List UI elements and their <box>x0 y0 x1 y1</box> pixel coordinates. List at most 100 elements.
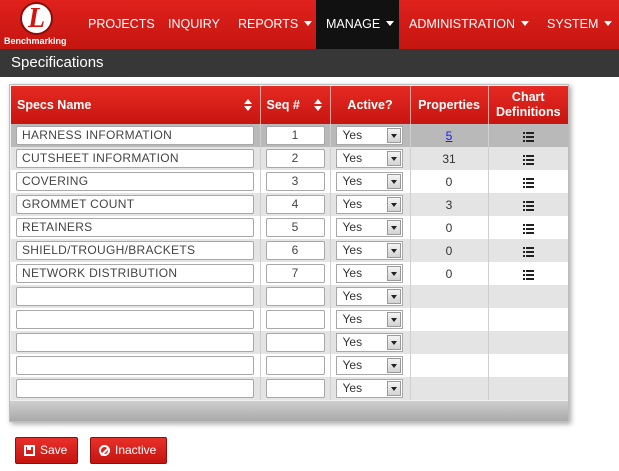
active-select-value: Yes <box>342 220 363 234</box>
nav-system[interactable]: SYSTEM <box>547 0 613 49</box>
specs-name-input[interactable] <box>16 310 254 329</box>
active-select-value: Yes <box>342 266 363 280</box>
table-row[interactable]: SHIELD/TROUGH/BRACKETS 6 Yes 0 <box>11 239 568 262</box>
table-row[interactable]: Yes <box>11 331 568 354</box>
list-icon[interactable] <box>522 131 534 142</box>
active-select[interactable]: Yes <box>335 241 403 260</box>
list-icon[interactable] <box>522 269 534 280</box>
seq-input[interactable]: 5 <box>265 218 325 237</box>
nav-projects[interactable]: PROJECTS <box>88 0 155 49</box>
nav-label: REPORTS <box>238 17 299 31</box>
dropdown-arrow-icon[interactable] <box>386 381 401 396</box>
table-row[interactable]: Yes <box>11 308 568 331</box>
active-select[interactable]: Yes <box>335 356 403 375</box>
dropdown-arrow-icon[interactable] <box>386 151 401 166</box>
active-select[interactable]: Yes <box>335 379 403 398</box>
specs-name-input[interactable]: CUTSHEET INFORMATION <box>16 149 254 168</box>
seq-input[interactable]: 6 <box>265 241 325 260</box>
seq-input[interactable]: 2 <box>265 149 325 168</box>
table-row[interactable]: Yes <box>11 377 568 400</box>
dropdown-arrow-icon[interactable] <box>386 266 401 281</box>
specs-name-input[interactable]: HARNESS INFORMATION <box>16 126 254 145</box>
properties-count-link[interactable]: 5 <box>446 129 453 143</box>
nav-reports[interactable]: REPORTS <box>238 0 313 49</box>
dropdown-arrow-icon[interactable] <box>386 312 401 327</box>
seq-input[interactable]: 1 <box>265 126 325 145</box>
seq-input[interactable] <box>265 333 325 352</box>
table-row[interactable]: GROMMET COUNT 4 Yes 3 <box>11 193 568 216</box>
seq-input[interactable] <box>265 356 325 375</box>
col-header-properties: Properties <box>410 86 489 124</box>
nav-label: INQUIRY <box>168 17 220 31</box>
seq-input[interactable] <box>265 310 325 329</box>
cell-specs-name <box>11 331 261 354</box>
cell-seq: 5 <box>260 216 331 239</box>
specs-name-input[interactable]: SHIELD/TROUGH/BRACKETS <box>16 241 254 260</box>
list-icon[interactable] <box>522 154 534 165</box>
table-row[interactable]: NETWORK DISTRIBUTION 7 Yes 0 <box>11 262 568 285</box>
seq-input[interactable]: 3 <box>265 172 325 191</box>
list-icon[interactable] <box>522 246 534 257</box>
specs-name-input[interactable] <box>16 287 254 306</box>
specs-name-input[interactable]: GROMMET COUNT <box>16 195 254 214</box>
cell-active: Yes <box>330 193 411 216</box>
cell-specs-name <box>11 354 261 377</box>
seq-input[interactable]: 7 <box>265 264 325 283</box>
nav-manage[interactable]: MANAGE <box>316 0 399 49</box>
specs-name-input[interactable]: NETWORK DISTRIBUTION <box>16 264 254 283</box>
active-select[interactable]: Yes <box>335 195 403 214</box>
active-select[interactable]: Yes <box>335 333 403 352</box>
specs-name-input[interactable]: RETAINERS <box>16 218 254 237</box>
specs-name-input[interactable] <box>16 356 254 375</box>
seq-input[interactable] <box>265 287 325 306</box>
active-select[interactable]: Yes <box>335 126 403 145</box>
dropdown-arrow-icon[interactable] <box>386 289 401 304</box>
cell-properties <box>410 354 489 377</box>
active-select[interactable]: Yes <box>335 287 403 306</box>
save-button[interactable]: Save <box>15 437 79 464</box>
cell-specs-name: COVERING <box>11 170 261 193</box>
list-icon[interactable] <box>522 223 534 234</box>
inactive-button[interactable]: Inactive <box>90 437 168 464</box>
table-row[interactable]: CUTSHEET INFORMATION 2 Yes 31 <box>11 147 568 170</box>
sort-icon[interactable] <box>243 99 252 111</box>
cell-specs-name <box>11 308 261 331</box>
app-logo[interactable]: L Benchmarking <box>4 0 78 49</box>
cell-chart-definitions <box>488 308 568 331</box>
cell-seq <box>260 377 331 400</box>
cell-active: Yes <box>330 308 411 331</box>
dropdown-arrow-icon[interactable] <box>386 174 401 189</box>
list-icon[interactable] <box>522 177 534 188</box>
nav-inquiry[interactable]: INQUIRY <box>168 0 220 49</box>
table-row[interactable]: RETAINERS 5 Yes 0 <box>11 216 568 239</box>
active-select[interactable]: Yes <box>335 218 403 237</box>
nav-administration[interactable]: ADMINISTRATION <box>409 0 530 49</box>
sort-icon[interactable] <box>313 99 322 111</box>
specs-name-input[interactable] <box>16 379 254 398</box>
dropdown-arrow-icon[interactable] <box>386 220 401 235</box>
table-row[interactable]: Yes <box>11 354 568 377</box>
list-icon[interactable] <box>522 200 534 211</box>
table-row[interactable]: HARNESS INFORMATION 1 Yes 5 <box>11 124 568 147</box>
dropdown-arrow-icon[interactable] <box>386 128 401 143</box>
dropdown-arrow-icon[interactable] <box>386 358 401 373</box>
col-header-seq[interactable]: Seq # <box>260 86 331 124</box>
cell-specs-name: HARNESS INFORMATION <box>11 124 261 147</box>
col-header-specs-name[interactable]: Specs Name <box>11 86 261 124</box>
properties-count: 0 <box>445 266 453 281</box>
active-select-value: Yes <box>342 243 363 257</box>
specs-name-input[interactable]: COVERING <box>16 172 254 191</box>
seq-input[interactable] <box>265 379 325 398</box>
dropdown-arrow-icon[interactable] <box>386 335 401 350</box>
specs-name-input[interactable] <box>16 333 254 352</box>
active-select[interactable]: Yes <box>335 264 403 283</box>
table-row[interactable]: Yes <box>11 285 568 308</box>
table-row[interactable]: COVERING 3 Yes 0 <box>11 170 568 193</box>
cell-seq: 6 <box>260 239 331 262</box>
active-select[interactable]: Yes <box>335 172 403 191</box>
seq-input[interactable]: 4 <box>265 195 325 214</box>
dropdown-arrow-icon[interactable] <box>386 243 401 258</box>
active-select[interactable]: Yes <box>335 149 403 168</box>
dropdown-arrow-icon[interactable] <box>386 197 401 212</box>
active-select[interactable]: Yes <box>335 310 403 329</box>
